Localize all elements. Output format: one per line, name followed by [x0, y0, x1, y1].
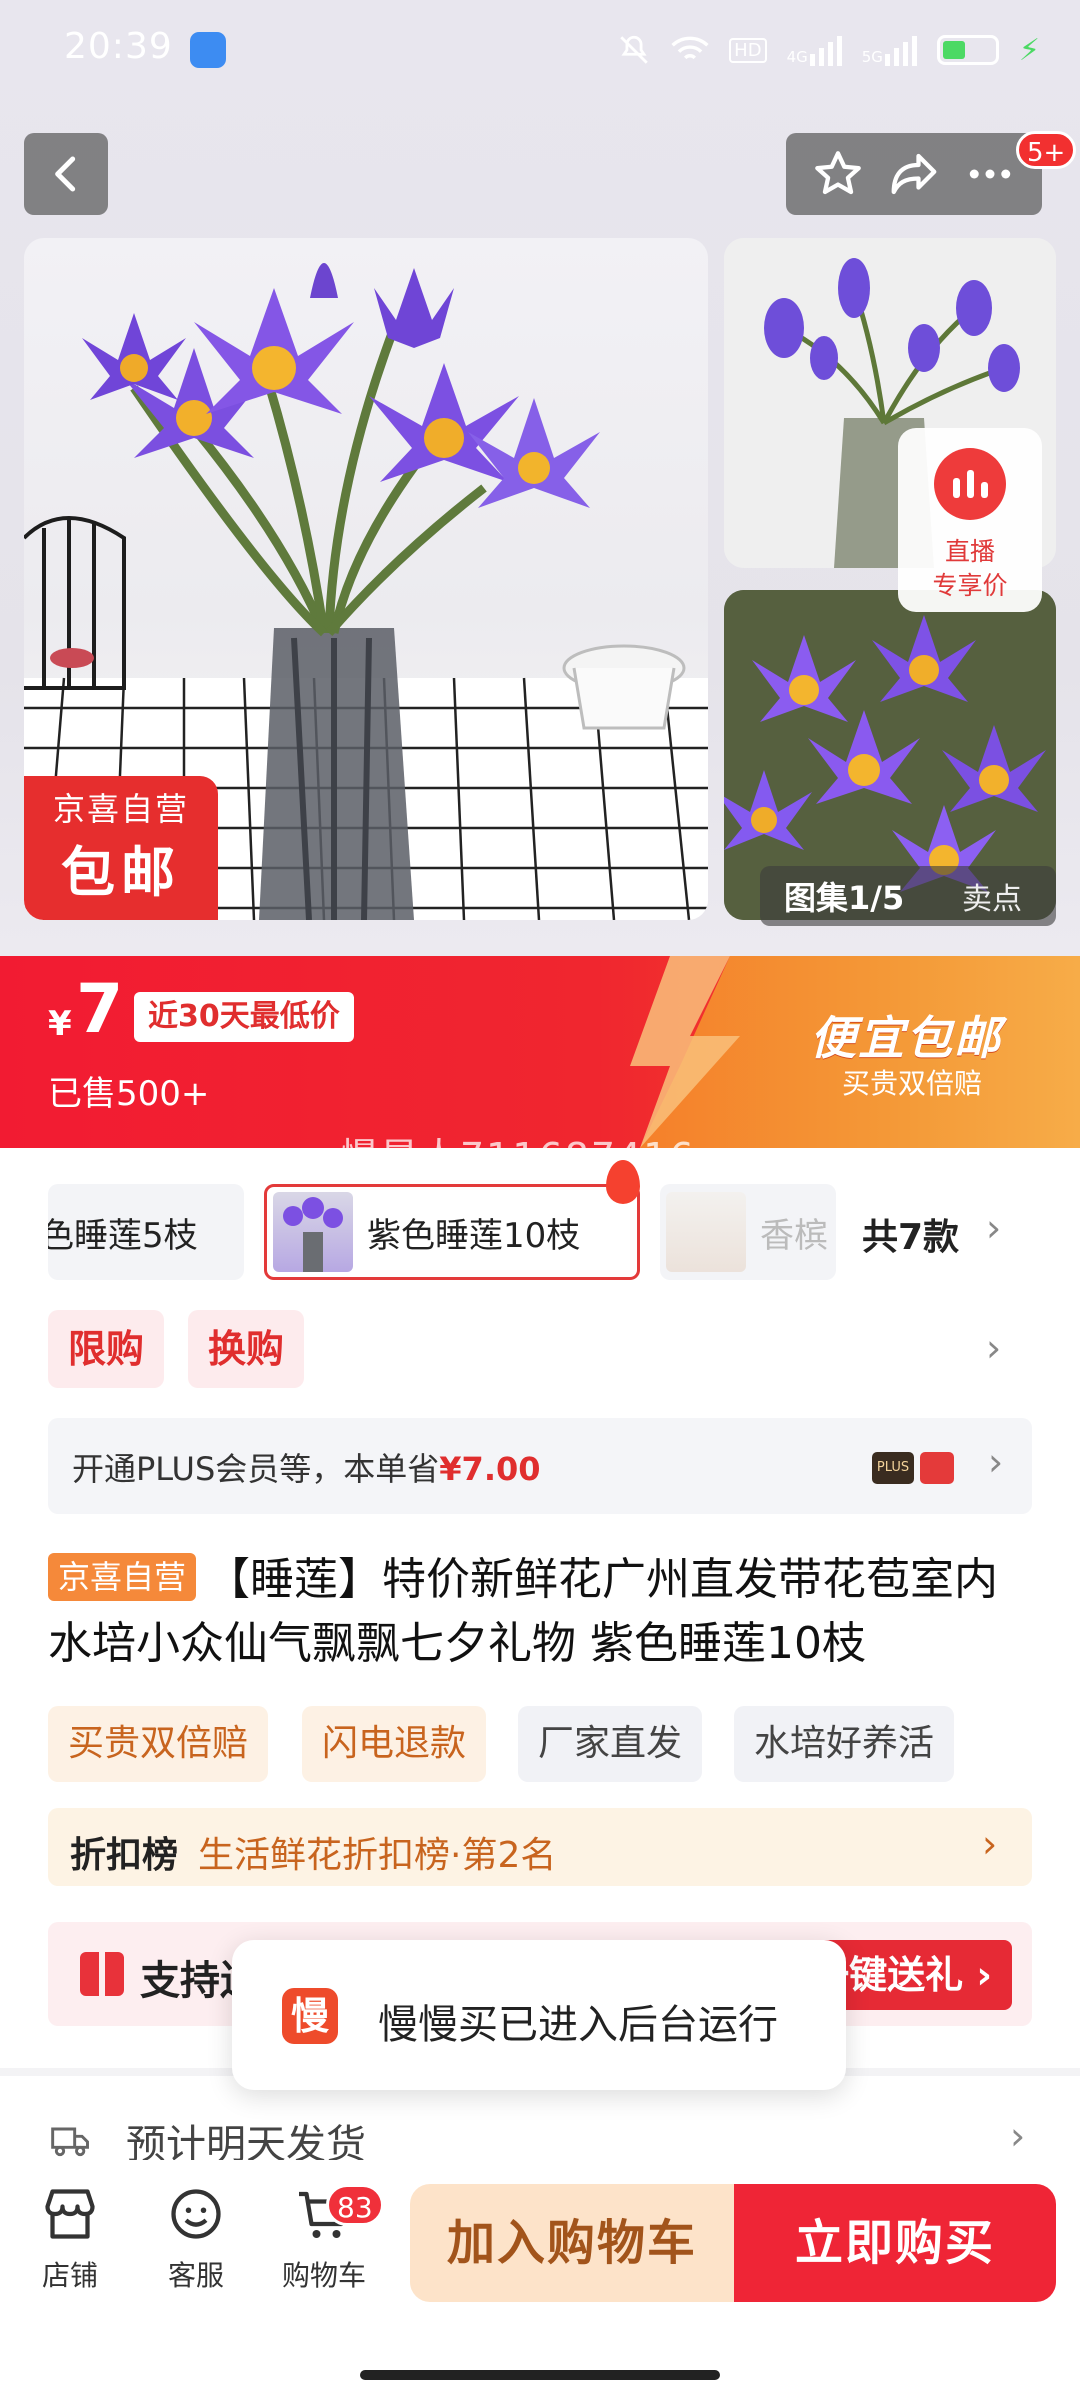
plus-logo-icon: PLUS — [872, 1452, 914, 1484]
variant-total[interactable]: 共7款 — [862, 1208, 959, 1260]
gallery-counter[interactable]: 图集1/5 — [760, 873, 946, 919]
shop-icon — [45, 2189, 95, 2239]
chevron-right-icon: › — [1010, 2114, 1026, 2158]
signal-5g-icon: 5G — [862, 34, 917, 66]
rank-label: 折扣榜 — [70, 1835, 179, 1876]
shop-label: 店铺 — [41, 2259, 98, 2292]
charging-icon: ⚡ — [1018, 32, 1040, 68]
badge-line2: 包邮 — [61, 841, 181, 904]
toast-text: 慢慢买已进入后台运行 — [378, 2002, 778, 2048]
chevron-right-icon[interactable]: › — [986, 1326, 1001, 1370]
variant-thumbnail — [273, 1192, 353, 1272]
hd-icon: HD — [729, 37, 767, 63]
live-price-card[interactable]: 直播 专享价 — [898, 428, 1042, 612]
customer-service-icon — [171, 2189, 221, 2239]
more-icon[interactable] — [963, 147, 1017, 201]
service-tag[interactable]: 厂家直发 — [518, 1706, 703, 1782]
live-label-line2: 专享价 — [932, 571, 1008, 600]
favorite-star-icon[interactable] — [811, 147, 865, 201]
trade-in-tag[interactable]: 换购 — [188, 1310, 305, 1388]
limit-purchase-tag[interactable]: 限购 — [48, 1310, 165, 1388]
hot-fire-icon — [606, 1160, 640, 1204]
badge-line1: 京喜自营 — [52, 790, 189, 828]
network-5g-label: 5G — [861, 48, 883, 66]
plus-membership-row[interactable]: 开通PLUS会员等，本单省¥7.00 PLUS › — [48, 1418, 1032, 1514]
sold-count: 已售500+ — [48, 1074, 210, 1114]
app-notification-icon — [190, 32, 226, 68]
status-time: 20:39 — [64, 26, 173, 67]
variant-label: 色睡莲5枝 — [48, 1215, 198, 1256]
shop-button[interactable]: 店铺 — [20, 2186, 120, 2294]
hero-gallery: 20:39 HD 4G 5G ⚡ 5+ 京喜自营 包邮 直播 专享价 图集1/5… — [0, 0, 1080, 960]
delivery-truck-icon — [51, 2127, 89, 2157]
wifi-icon — [671, 36, 709, 60]
store-tag: 京喜自营 — [48, 1553, 197, 1601]
service-tag[interactable]: 买贵双倍赔 — [48, 1706, 269, 1782]
buy-now-button[interactable]: 立即购买 — [734, 2184, 1056, 2302]
live-label-line1: 直播 — [944, 537, 995, 566]
chevron-right-icon: › — [988, 1440, 1004, 1484]
add-to-cart-button[interactable]: 加入购物车 — [410, 2184, 734, 2302]
battery-icon — [936, 35, 999, 65]
more-badge: 5+ — [1016, 131, 1077, 169]
flower-heads — [82, 263, 600, 508]
mute-icon — [620, 35, 648, 64]
chevron-right-icon[interactable]: › — [986, 1206, 1001, 1250]
product-title-block: 京喜自营 【睡莲】特价新鲜花广州直发带花苞室内水培小众仙气飘飘七夕礼物 紫色睡莲1… — [48, 1548, 1038, 1676]
variant-item-selected[interactable]: 紫色睡莲10枝 — [264, 1184, 640, 1280]
service-tag[interactable]: 水培好养活 — [734, 1706, 955, 1782]
price-amount: 7 — [76, 970, 124, 1049]
jingxi-free-shipping-badge: 京喜自营 包邮 — [24, 776, 218, 920]
selling-points-tab[interactable]: 卖点 — [946, 874, 1022, 918]
price-banner: ¥ 7 近30天最低价 已售500+ 便宜包邮 买贵双倍赔 — [0, 956, 1080, 1148]
back-button[interactable] — [24, 133, 108, 215]
watermark: 慢星人711687416 — [340, 1135, 696, 1179]
discount-rank-row[interactable]: 折扣榜 生活鲜花折扣榜·第2名 › — [48, 1808, 1032, 1886]
header-actions — [786, 133, 1042, 215]
status-icons: HD 4G 5G ⚡ — [617, 30, 1040, 70]
live-icon — [934, 448, 1006, 520]
service-label: 客服 — [167, 2259, 224, 2292]
chevron-left-icon — [55, 156, 76, 192]
price-currency: ¥ — [48, 1004, 72, 1044]
variant-item[interactable]: 香槟 — [660, 1184, 836, 1280]
cart-label: 购物车 — [281, 2259, 366, 2292]
cart-count-badge: 83 — [326, 2184, 384, 2226]
promo-title: 便宜包邮 — [810, 1011, 1002, 1065]
service-tag[interactable]: 闪电退款 — [302, 1706, 487, 1782]
lightning-decoration — [630, 956, 740, 1148]
background-toast: 慢 慢慢买已进入后台运行 — [232, 1940, 846, 2090]
home-indicator[interactable] — [360, 2370, 720, 2380]
plus-savings-amount: ¥7.00 — [439, 1450, 541, 1488]
plus-prefix: 开通PLUS会员等，本单省 — [72, 1450, 440, 1488]
chevron-right-icon: › — [982, 1822, 998, 1866]
gift-icon — [80, 1952, 124, 1996]
app-logo-icon: 慢 — [282, 1988, 338, 2044]
plus-text: 开通PLUS会员等，本单省¥7.00 — [72, 1444, 541, 1490]
network-4g-label: 4G — [786, 48, 808, 66]
lowest-price-tag: 近30天最低价 — [134, 992, 354, 1042]
rank-value: 生活鲜花折扣榜·第2名 — [198, 1835, 557, 1876]
gallery-pill[interactable]: 图集1/5 卖点 — [760, 866, 1056, 926]
variant-label: 香槟 — [760, 1215, 828, 1256]
share-icon[interactable] — [887, 147, 941, 201]
status-bar: 20:39 HD 4G 5G ⚡ — [0, 0, 1080, 100]
promo-subtitle: 买贵双倍赔 — [842, 1067, 983, 1100]
signal-4g-icon: 4G — [787, 34, 842, 66]
bottom-action-bar: 店铺 客服 购物车 83 加入购物车 立即购买 — [0, 2160, 1080, 2400]
variant-label: 紫色睡莲10枝 — [367, 1215, 581, 1256]
card-icon — [920, 1452, 954, 1484]
variant-thumbnail-illustration — [283, 1197, 343, 1272]
variant-thumbnail — [666, 1192, 746, 1272]
variant-item[interactable]: 色睡莲5枝 — [48, 1184, 244, 1280]
customer-service-button[interactable]: 客服 — [146, 2186, 246, 2294]
